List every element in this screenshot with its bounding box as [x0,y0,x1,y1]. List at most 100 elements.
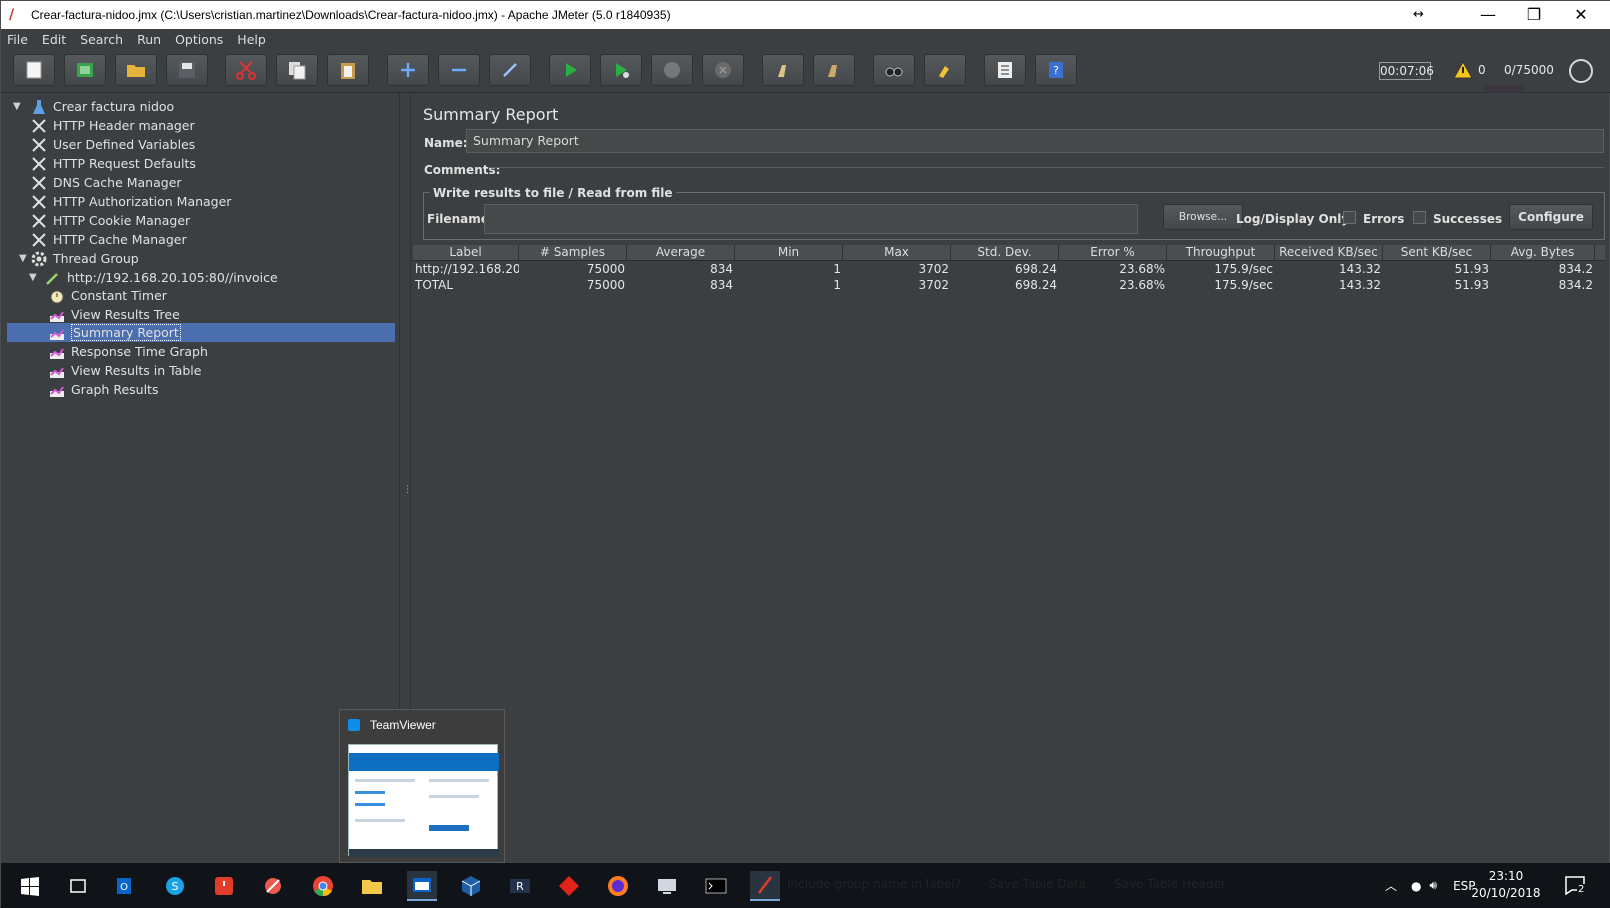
clock[interactable]: 23:10 20/10/2018 [1471,868,1541,902]
rstudio-taskbar-button[interactable]: R [505,871,535,901]
column-header[interactable]: Avg. Bytes [1491,245,1595,260]
filename-field[interactable] [484,204,1138,234]
templates-button[interactable] [64,54,106,86]
browse-button[interactable]: Browse... [1163,204,1243,230]
notifications-button[interactable]: 2 [1563,873,1587,897]
search-button[interactable] [873,54,915,86]
collapse-arrow-icon[interactable]: ▼ [13,101,21,112]
tree-node-config[interactable]: HTTP Authorization Manager [31,192,231,211]
teamviewer-preview[interactable]: TeamViewer [339,709,505,863]
remote-engines-icon[interactable] [1569,59,1593,83]
start-no-pauses-button[interactable] [600,54,642,86]
open-button[interactable] [115,54,157,86]
tree-node-config[interactable]: HTTP Cookie Manager [31,211,190,230]
column-header[interactable]: Label [413,245,519,260]
menu-options[interactable]: Options [175,32,223,47]
jmeter-taskbar-button[interactable] [750,871,780,901]
restore-button[interactable]: ❐ [1511,1,1557,29]
terminal-taskbar-button[interactable] [701,871,731,901]
menu-file[interactable]: File [7,32,28,47]
column-header[interactable]: Average [627,245,735,260]
elapsed-time: 00:07:06 [1379,62,1434,80]
minimize-button[interactable]: — [1465,1,1511,29]
warning-icon[interactable] [1453,61,1473,79]
menu-search[interactable]: Search [80,32,123,47]
collapse-arrow-icon[interactable]: ▼ [29,272,37,283]
column-header[interactable]: Received KB/sec [1275,245,1383,260]
app-taskbar-button[interactable] [407,871,437,901]
tree-node-test-plan[interactable]: ▼ Crear factura nidoo [13,97,174,116]
help-question-icon: ? [1049,62,1063,78]
svg-text:S: S [172,880,179,893]
new-button[interactable] [13,54,55,86]
comments-field[interactable] [489,167,1604,168]
expand-all-button[interactable] [387,54,429,86]
tree-node-listener[interactable]: Response Time Graph [49,342,208,361]
jmeter-window: / Crear-factura-nidoo.jmx (C:\Users\cris… [0,0,1610,908]
save-button[interactable] [166,54,208,86]
chevron-up-icon[interactable]: ︿ [1385,877,1397,894]
column-header[interactable]: Sent KB/sec [1383,245,1491,260]
skype-taskbar-button[interactable]: S [160,871,190,901]
task-view-button[interactable] [63,871,93,901]
copy-button[interactable] [276,54,318,86]
stopwatch-icon [49,288,65,304]
volume-icon[interactable]: 🔊︎ [1430,878,1438,893]
column-header[interactable]: Max [843,245,951,260]
tree-node-config[interactable]: DNS Cache Manager [31,173,182,192]
successes-checkbox[interactable] [1413,211,1426,224]
column-header[interactable]: Min [735,245,843,260]
reset-search-button[interactable] [924,54,966,86]
power-taskbar-button[interactable] [209,871,239,901]
chrome-taskbar-button[interactable] [308,871,338,901]
column-header[interactable]: Std. Dev. [951,245,1059,260]
tree-node-config[interactable]: HTTP Cache Manager [31,230,187,249]
tree-node-listener[interactable]: View Results in Table [49,361,201,380]
stop-button[interactable] [651,54,693,86]
column-header[interactable]: Throughput [1167,245,1275,260]
start-button[interactable] [549,54,591,86]
table-cell: 75000 [586,262,625,276]
tree-node-listener[interactable]: View Results Tree [49,305,180,324]
tree-node-config[interactable]: HTTP Request Defaults [31,154,196,173]
name-field[interactable]: Summary Report [466,129,1604,153]
snipping-taskbar-button[interactable] [258,871,288,901]
errors-checkbox[interactable] [1343,211,1356,224]
menu-run[interactable]: Run [137,32,161,47]
configure-button[interactable]: Configure [1509,204,1593,230]
tree-node-sampler[interactable]: ▼ http://192.168.20.105:80//invoice [29,268,278,287]
help-button[interactable]: ? [1035,54,1077,86]
tree-node-listener-selected[interactable]: Summary Report [7,323,395,342]
tree-node-listener[interactable]: Graph Results [49,380,158,399]
close-button[interactable]: ✕ [1558,1,1604,29]
outlook-taskbar-button[interactable]: O [111,871,141,901]
function-helper-button[interactable] [984,54,1026,86]
tree-node-thread-group[interactable]: ▼ Thread Group [13,249,139,268]
tree-node-timer[interactable]: Constant Timer [49,286,167,305]
tree-node-config[interactable]: User Defined Variables [31,135,195,154]
tree-node-config[interactable]: HTTP Header manager [31,116,195,135]
collapse-all-button[interactable] [438,54,480,86]
cut-button[interactable] [225,54,267,86]
paste-button[interactable] [327,54,369,86]
table-row[interactable]: http://192.168.20.... 75000 834 1 3702 6… [413,261,1605,277]
network-icon[interactable]: ● [1411,879,1421,893]
toggle-button[interactable] [489,54,531,86]
column-header[interactable]: Error % [1059,245,1167,260]
firefox-taskbar-button[interactable] [603,871,633,901]
remote-desktop-taskbar-button[interactable] [652,871,682,901]
virtualbox-taskbar-button[interactable] [456,871,486,901]
column-header[interactable]: # Samples [519,245,627,260]
anydesk-taskbar-button[interactable] [554,871,584,901]
menu-edit[interactable]: Edit [42,32,66,47]
teamviewer-thumbnail [348,744,499,857]
start-button[interactable] [15,871,45,901]
wrench-icon [31,213,47,229]
shutdown-button[interactable] [702,54,744,86]
clear-button[interactable] [762,54,804,86]
menu-help[interactable]: Help [237,32,266,47]
clear-all-button[interactable] [813,54,855,86]
collapse-arrow-icon[interactable]: ▼ [19,253,27,264]
table-row[interactable]: TOTAL 75000 834 1 3702 698.24 23.68% 175… [413,277,1605,293]
explorer-taskbar-button[interactable] [357,871,387,901]
